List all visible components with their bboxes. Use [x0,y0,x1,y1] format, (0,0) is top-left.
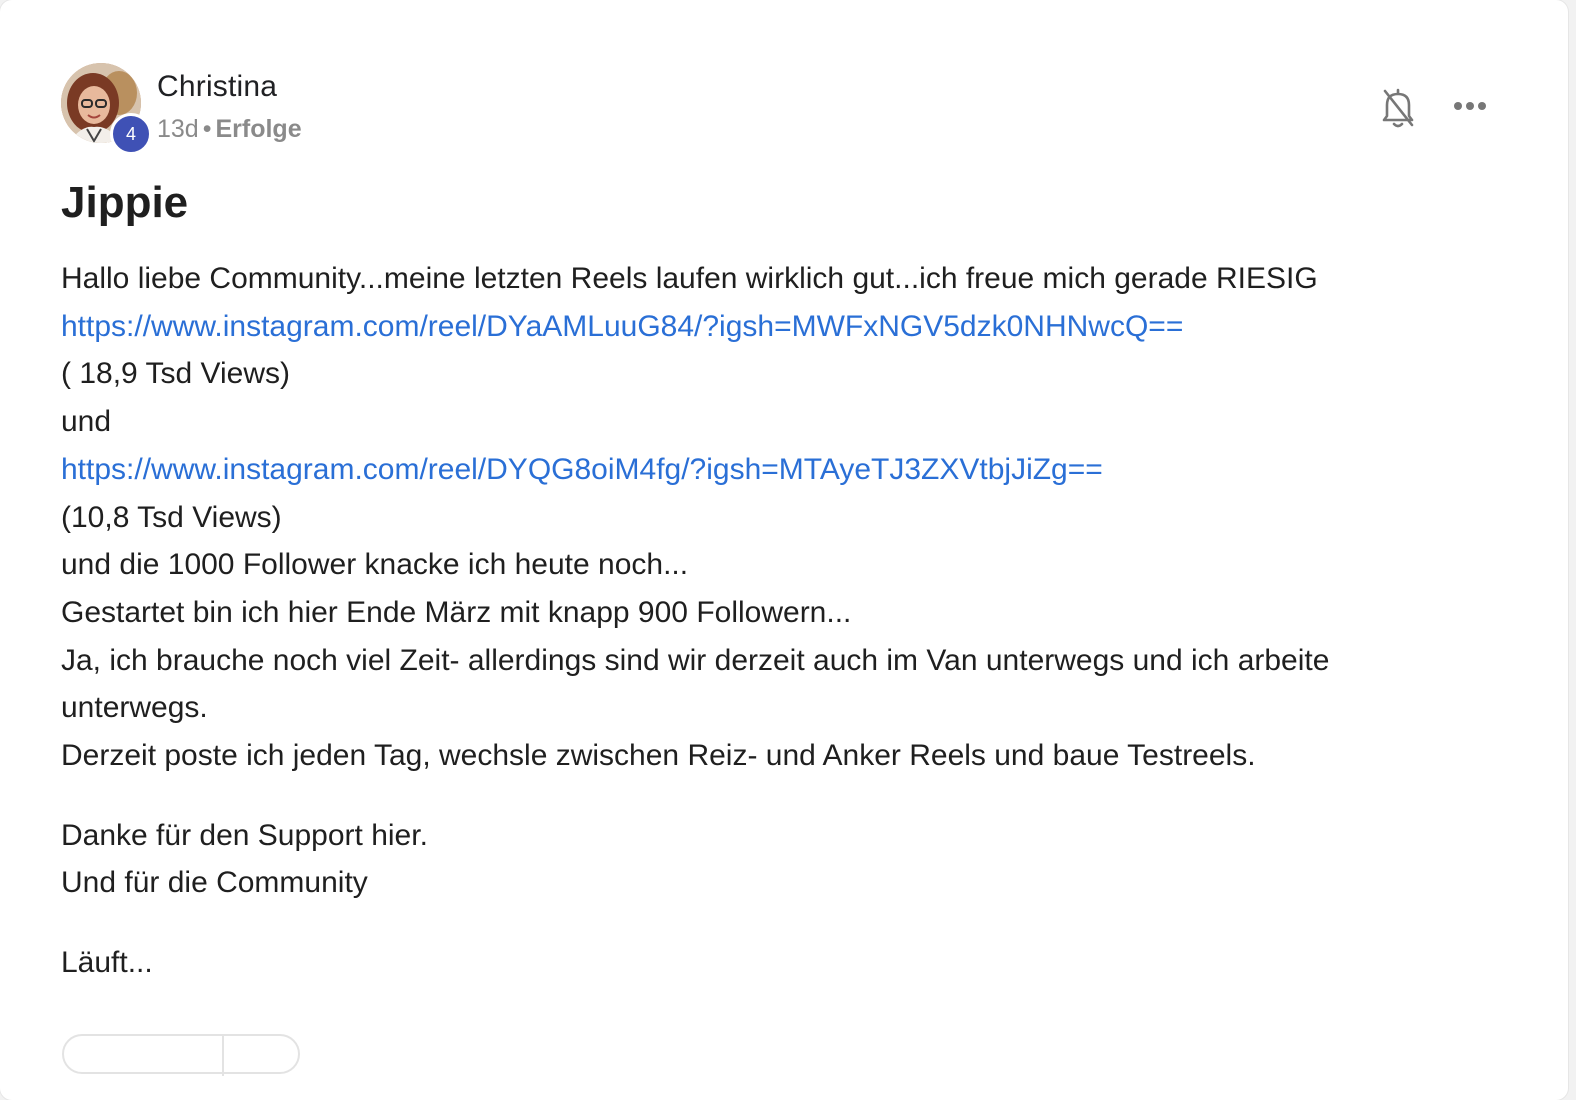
reaction-bar[interactable] [62,1034,300,1076]
body-line-and: und [61,405,112,439]
post-options-button[interactable] [1450,93,1490,119]
bell-off-icon [1382,88,1414,128]
meta-separator: • [202,115,212,143]
post-body: Hallo liebe Community...meine letzten Re… [61,255,1481,987]
body-line-thanks-support: Danke für den Support hier. [61,818,428,852]
post-category[interactable]: Erfolge [215,115,301,143]
body-line-closing: Läuft... [61,946,153,980]
reaction-divider [222,1036,224,1076]
reel-link-2[interactable]: https://www.instagram.com/reel/DYQG8oiM4… [61,446,1481,494]
body-line-followers: und die 1000 Follower knacke ich heute n… [61,548,689,582]
body-line-time: Ja, ich brauche noch viel Zeit- allerdin… [61,643,1330,725]
body-line-start: Gestartet bin ich hier Ende März mit kna… [61,595,852,629]
body-line-intro: Hallo liebe Community...meine letzten Re… [61,262,1318,295]
author-name[interactable]: Christina [157,70,277,104]
body-line-thanks-community: Und für die Community [61,866,368,900]
body-line-posting: Derzeit poste ich jeden Tag, wechsle zwi… [61,739,1256,773]
notifications-toggle-button[interactable] [1378,85,1418,129]
views-count-2: (10,8 Tsd Views) [61,500,282,534]
post-title: Jippie [61,178,189,227]
post-meta: 13d • Erfolge [157,115,302,144]
views-count-1: ( 18,9 Tsd Views) [61,357,290,391]
post-card: 4 Christina 13d • Erfolge Jippie Hallo lie… [0,0,1568,1100]
post-header: 4 Christina 13d • Erfolge [61,63,1508,155]
post-age: 13d [157,115,199,143]
reel-link-1[interactable]: https://www.instagram.com/reel/DYaAMLuuG… [61,303,1481,351]
level-badge: 4 [110,113,152,155]
author-avatar-wrapper[interactable]: 4 [61,63,152,155]
more-horizontal-icon [1454,102,1486,110]
